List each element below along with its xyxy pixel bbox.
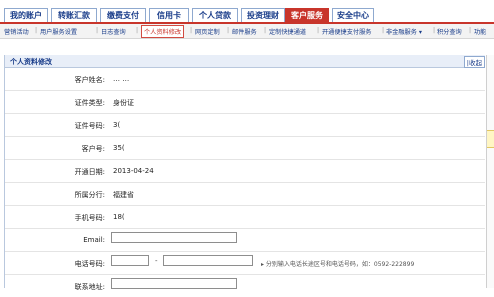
subnav-separator: | xyxy=(190,27,193,34)
panel-header: 个人资料修改 |收起 xyxy=(5,55,485,68)
subnav-quick-channel[interactable]: 定制快捷通道 xyxy=(269,27,306,36)
id-number-label: 证件号码: xyxy=(74,122,105,130)
row-customer-name: 客户姓名: … … xyxy=(5,68,485,91)
subnav-separator: | xyxy=(96,27,99,34)
subnav-separator: | xyxy=(35,27,38,34)
email-input[interactable] xyxy=(111,232,237,243)
phone-number-input[interactable] xyxy=(163,255,253,266)
customer-no-label: 客户号: xyxy=(81,145,105,153)
row-email: Email: xyxy=(5,229,485,252)
subnav-separator: | xyxy=(136,27,139,34)
row-mobile: 手机号码: 18( xyxy=(5,206,485,229)
row-id-number: 证件号码: 3( xyxy=(5,114,485,137)
subnav-separator: | xyxy=(227,27,230,34)
email-label: Email: xyxy=(83,236,105,244)
phone-hint: ▸ 分别输入电话长途区号和电话号码，如：0592-222899 xyxy=(261,261,415,268)
row-branch: 所属分行: 福建省 xyxy=(5,183,485,206)
subnav-quick-pay[interactable]: 开通便捷支付服务 xyxy=(322,27,372,36)
row-open-date: 开通日期: 2013-04-24 xyxy=(5,160,485,183)
profile-edit-panel: 个人资料修改 |收起 客户姓名: … … 证件类型: 身份证 证件号码: 3( … xyxy=(4,55,485,291)
subnav-profile-edit[interactable]: 个人资料修改 xyxy=(141,25,185,38)
customer-name-label: 客户姓名: xyxy=(74,76,105,84)
subnav-separator: | xyxy=(469,27,472,34)
phone-area-code-input[interactable] xyxy=(111,255,149,266)
tab-investment[interactable]: 投资理财 xyxy=(241,8,285,22)
tab-security-center[interactable]: 安全中心 xyxy=(332,8,374,22)
branch-label: 所属分行: xyxy=(74,191,105,199)
subnav-separator: | xyxy=(382,27,385,34)
customer-no-value: 35( xyxy=(113,144,125,152)
mobile-value: 18( xyxy=(113,213,125,221)
subnav-separator: | xyxy=(264,27,267,34)
subnav-separator: | xyxy=(317,27,320,34)
open-date-value: 2013-04-24 xyxy=(113,167,154,175)
subnav-points-query[interactable]: 积分查询 xyxy=(437,27,462,36)
row-address: 联系地址: xyxy=(5,275,485,297)
tab-payment[interactable]: 缴费支付 xyxy=(100,8,146,22)
side-highlight-box xyxy=(487,130,494,148)
subnav-non-financial[interactable]: 非金融服务 ▾ xyxy=(386,27,422,36)
open-date-label: 开通日期: xyxy=(74,168,105,176)
subnav-user-settings[interactable]: 用户服务设置 xyxy=(40,27,77,36)
panel-title: 个人资料修改 xyxy=(10,58,52,66)
address-input[interactable] xyxy=(111,278,237,289)
id-type-value: 身份证 xyxy=(113,99,134,107)
phone-label: 电话号码: xyxy=(74,260,105,268)
collapse-button[interactable]: |收起 xyxy=(463,56,485,68)
subnav-page-custom[interactable]: 网页定制 xyxy=(195,27,220,36)
customer-name-value: … … xyxy=(113,75,130,83)
subnav-log-query[interactable]: 日志查询 xyxy=(101,27,126,36)
sub-navigation: 营销活动 | 用户服务设置 | 日志查询 | 个人资料修改 | 网页定制 | 邮… xyxy=(0,24,494,39)
row-customer-no: 客户号: 35( xyxy=(5,137,485,160)
subnav-more[interactable]: 功能 xyxy=(474,27,486,36)
subnav-marketing[interactable]: 营销活动 xyxy=(4,27,29,36)
address-label: 联系地址: xyxy=(74,283,105,291)
id-type-label: 证件类型: xyxy=(74,99,105,107)
row-phone: 电话号码: - ▸ 分别输入电话长途区号和电话号码，如：0592-222899 xyxy=(5,252,485,275)
tab-transfer[interactable]: 转账汇款 xyxy=(51,8,97,22)
main-tabs: 我的账户 转账汇款 缴费支付 信用卡 个人贷款 投资理财 客户服务 安全中心 xyxy=(0,0,494,24)
tab-customer-service[interactable]: 客户服务 xyxy=(285,8,329,22)
side-panel xyxy=(486,55,494,288)
mobile-label: 手机号码: xyxy=(74,214,105,222)
row-id-type: 证件类型: 身份证 xyxy=(5,91,485,114)
id-number-value: 3( xyxy=(113,121,121,129)
tab-my-account[interactable]: 我的账户 xyxy=(4,8,48,22)
branch-value: 福建省 xyxy=(113,191,134,199)
subnav-separator: | xyxy=(433,27,436,34)
tab-personal-loan[interactable]: 个人贷款 xyxy=(192,8,238,22)
tab-credit-card[interactable]: 信用卡 xyxy=(149,8,189,22)
phone-dash: - xyxy=(155,257,158,265)
subnav-email-service[interactable]: 邮件服务 xyxy=(232,27,257,36)
